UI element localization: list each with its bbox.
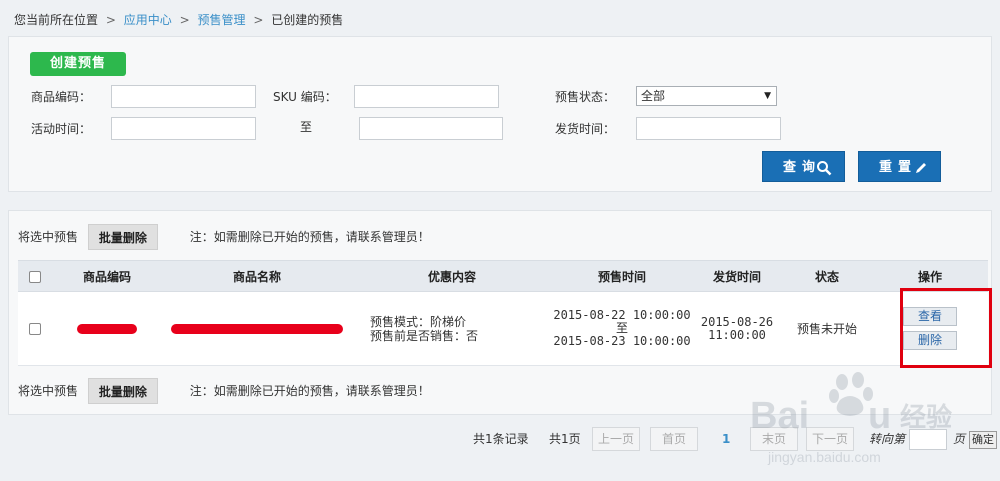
select-all-checkbox[interactable] [29, 270, 41, 283]
page-suffix-label: 页 [953, 432, 966, 446]
to-label: 至 [300, 120, 313, 134]
bulk-action-bar-bottom: 将选中预售 批量删除 注：如需删除已开始的预售，请联系管理员！ [18, 377, 430, 404]
row-checkbox[interactable] [29, 323, 41, 335]
row-select-cell [18, 291, 52, 366]
presale-status-label: 预售状态： [555, 90, 616, 104]
bulk-select-label: 将选中预售 [18, 229, 79, 244]
goto-page-input[interactable] [909, 429, 947, 450]
col-header-product-code: 商品编码 [52, 260, 162, 292]
ship-clock: 11:00:00 [708, 327, 766, 342]
search-icon [816, 152, 832, 183]
last-page-button[interactable]: 末页 [750, 427, 798, 451]
col-header-presale-time: 预售时间 [552, 260, 692, 292]
table-row: 预售模式：阶梯价 预售前是否销售：否 2015-08-22 10:00:00 至… [18, 291, 988, 366]
col-header-ship-time: 发货时间 [692, 260, 782, 292]
select-all-cell [18, 260, 52, 292]
ship-time-cell: 2015-08-26 11:00:00 [692, 291, 782, 366]
next-page-button[interactable]: 下一页 [806, 427, 854, 451]
sku-code-label: SKU 编码： [273, 90, 337, 104]
create-presale-button[interactable]: 创建预售 [30, 52, 126, 76]
dropdown-arrow-icon: ▼ [764, 91, 771, 101]
discount-mode: 预售模式：阶梯价 [370, 314, 467, 329]
svg-text:jingyan.baidu.com: jingyan.baidu.com [767, 449, 881, 465]
table-header-row: 商品编码 商品名称 优惠内容 预售时间 发货时间 状态 操作 [18, 260, 988, 292]
bulk-delete-button[interactable]: 批量删除 [87, 377, 158, 404]
product-code-input[interactable] [111, 85, 256, 108]
breadcrumb-separator: > [179, 13, 190, 27]
breadcrumb: 您当前所在位置 > 应用中心 > 预售管理 > 已创建的预售 [14, 12, 343, 28]
activity-time-label: 活动时间： [31, 122, 92, 136]
activity-end-input[interactable] [359, 117, 503, 140]
reset-button[interactable]: 重置 [858, 151, 941, 182]
bulk-delete-note: 注：如需删除已开始的预售，请联系管理员！ [189, 383, 430, 398]
presale-table: 商品编码 商品名称 优惠内容 预售时间 发货时间 状态 操作 预售模式：阶梯价 … [18, 260, 988, 366]
reset-button-label: 重置 [879, 160, 918, 175]
breadcrumb-prefix: 您当前所在位置 [14, 13, 99, 27]
presale-time-cell: 2015-08-22 10:00:00 至 2015-08-23 10:00:0… [552, 291, 692, 366]
breadcrumb-presale-management-link[interactable]: 预售管理 [197, 13, 245, 27]
status-cell: 预售未开始 [782, 291, 872, 366]
product-code-label: 商品编码： [31, 90, 92, 104]
highlight-box [900, 288, 992, 368]
breadcrumb-current: 已创建的预售 [271, 13, 344, 27]
presale-status-select[interactable]: 全部 ▼ [636, 86, 777, 106]
ship-date: 2015-08-26 [700, 314, 774, 329]
pencil-icon [914, 152, 928, 183]
bulk-select-label: 将选中预售 [18, 383, 79, 398]
prev-page-button[interactable]: 上一页 [592, 427, 640, 451]
sku-code-input[interactable] [354, 85, 499, 108]
filter-panel: 创建预售 商品编码： SKU 编码： 预售状态： 全部 ▼ 活动时间： 至 发货… [8, 36, 992, 192]
presale-end: 2015-08-23 10:00:00 [553, 334, 691, 348]
ship-time-input[interactable] [636, 117, 781, 140]
product-name-cell [162, 291, 352, 366]
redacted-product-code [77, 324, 137, 334]
breadcrumb-separator: > [253, 13, 264, 27]
presale-status-value: 全部 [641, 89, 666, 103]
discount-pre-sale: 预售前是否销售：否 [370, 328, 479, 343]
col-header-product-name: 商品名称 [162, 260, 352, 292]
goto-confirm-button[interactable]: 确定 [969, 431, 997, 449]
redacted-product-name [171, 324, 343, 334]
product-code-cell [52, 291, 162, 366]
search-button[interactable]: 查询 [762, 151, 845, 182]
bulk-action-bar-top: 将选中预售 批量删除 注：如需删除已开始的预售，请联系管理员！ [18, 223, 430, 250]
ship-time-label: 发货时间： [555, 122, 616, 136]
discount-cell: 预售模式：阶梯价 预售前是否销售：否 [352, 291, 552, 366]
col-header-actions: 操作 [872, 260, 988, 292]
breadcrumb-separator: > [105, 13, 116, 27]
current-page-number[interactable]: 1 [722, 426, 730, 452]
col-header-discount: 优惠内容 [352, 260, 552, 292]
activity-start-input[interactable] [111, 117, 256, 140]
bulk-delete-note: 注：如需删除已开始的预售，请联系管理员！ [189, 229, 430, 244]
total-pages: 共1页 [549, 432, 581, 446]
goto-page-label: 转向第 [869, 432, 906, 446]
total-records: 共1条记录 [473, 432, 529, 446]
col-header-status: 状态 [782, 260, 872, 292]
first-page-button[interactable]: 首页 [650, 427, 698, 451]
bulk-delete-button[interactable]: 批量删除 [87, 223, 158, 250]
breadcrumb-app-center-link[interactable]: 应用中心 [124, 13, 172, 27]
